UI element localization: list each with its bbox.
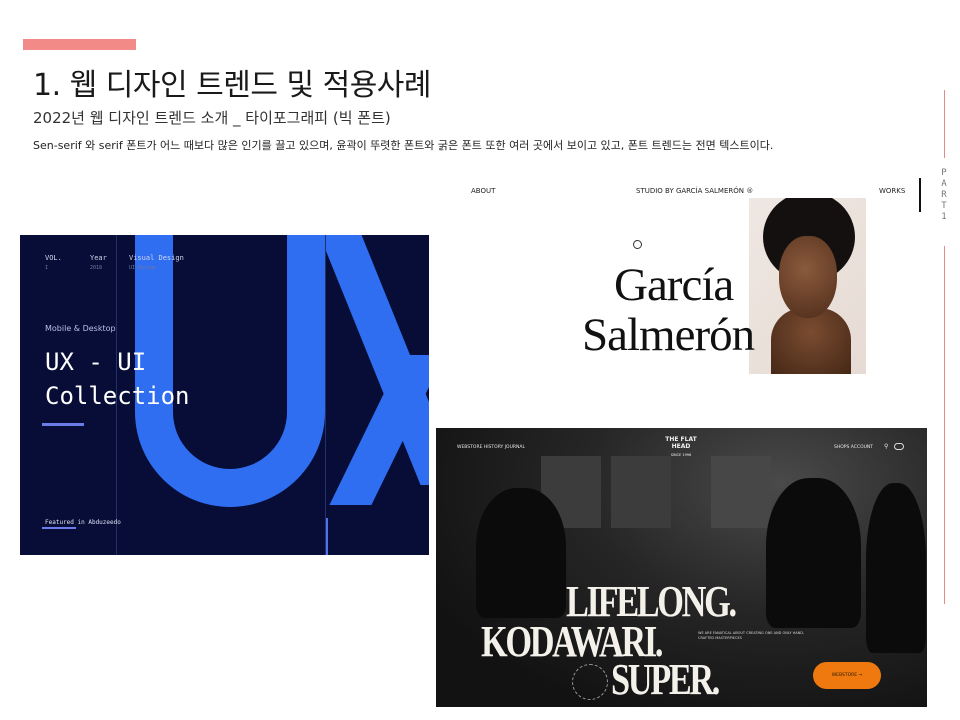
flathead-nav-right: SHOPS ACCOUNT [834,445,874,450]
ux-featured: Featured in Abduzeedo [45,519,121,526]
window-shape [711,456,771,528]
worker-silhouette [766,478,861,628]
flathead-nav-icons: ⚲ [884,443,905,450]
flat-head-image: WEBSTORE HISTORY JOURNAL THE FLAT HEAD SI… [436,428,927,707]
part-divider-bottom [944,246,945,604]
worker-silhouette [476,488,566,618]
garcia-nav-works: WORKS [879,187,906,195]
worker-silhouette [866,483,926,653]
flathead-headline-3: SUPER. [611,655,720,704]
page-subtitle: 2022년 웹 디자인 트렌드 소개 _ 타이포그래피 (빅 폰트) [33,109,391,127]
ux-featured-bar [42,527,76,529]
accent-bar [23,39,136,50]
circle-icon [633,240,642,249]
garcia-nav-studio: STUDIO BY GARCÍA SALMERÓN ® [636,187,754,195]
part-label: P A R T 1 [941,168,947,222]
ux-headline: UX - UI Collection [45,348,190,410]
grid-line [325,235,326,555]
page-title: 1. 웹 디자인 트렌드 및 적용사례 [33,68,432,103]
ux-kicker: Mobile & Desktop [45,324,116,333]
meta-visual-design: Visual Design UI Design [129,254,184,271]
portrait-photo [749,198,866,374]
garcia-salmeron-image: ABOUT STUDIO BY GARCÍA SALMERÓN ® WORKS … [430,178,930,390]
part-divider-top [944,90,945,158]
page-description: Sen-serif 와 serif 폰트가 어느 때보다 많은 인기를 끌고 있… [33,139,774,152]
badge-icon [572,664,608,700]
cart-icon [894,443,905,450]
ux-accent-bar [326,518,328,555]
ux-underline [42,423,84,426]
garcia-nav-bar [919,178,921,212]
garcia-nav-about: ABOUT [471,187,496,195]
ux-ui-collection-image: VOL. I Year 2018 Visual Design UI Design Mo… [20,235,429,555]
meta-vol: VOL. I [45,254,62,271]
search-icon: ⚲ [884,443,889,450]
webstore-button: WEBSTORE → [813,662,881,689]
meta-year: Year 2018 [90,254,107,271]
flathead-small-text: WE ARE FANATICAL ABOUT CREATING ONE AND … [698,631,805,640]
flathead-nav-left: WEBSTORE HISTORY JOURNAL [457,445,525,450]
garcia-name: García Salmerón [582,259,755,361]
flathead-logo: THE FLAT HEAD SINCE 1996 [665,436,697,457]
window-shape [611,456,671,528]
